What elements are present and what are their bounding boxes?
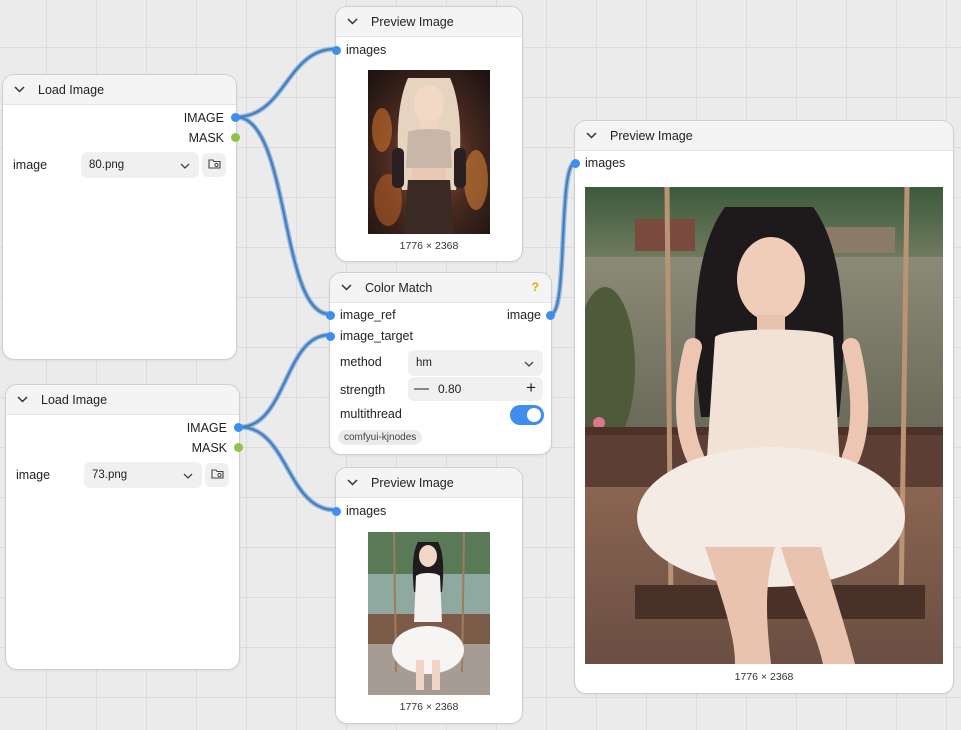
node-title: Preview Image (610, 128, 693, 143)
method-label: method (340, 355, 382, 369)
node-header[interactable]: Color Match ? (330, 273, 551, 303)
preview-image-node-top[interactable]: Preview Image images 1776 × 2368 (332, 6, 523, 262)
help-icon[interactable]: ? (532, 280, 539, 294)
input-image-ref-label: image_ref (340, 308, 396, 322)
output-mask-port[interactable] (231, 133, 240, 142)
decrement-button[interactable]: — (414, 381, 429, 397)
upload-folder-button[interactable] (202, 153, 226, 177)
output-image-port[interactable] (546, 311, 555, 320)
output-image-port[interactable] (234, 423, 243, 432)
chevron-down-icon[interactable] (13, 84, 25, 96)
node-header[interactable]: Load Image (3, 75, 236, 105)
node-title: Load Image (38, 82, 105, 97)
multithread-label: multithread (340, 407, 402, 421)
node-title: Preview Image (371, 14, 454, 29)
node-header[interactable]: Load Image (6, 385, 239, 415)
chevron-down-icon[interactable] (346, 16, 358, 28)
preview-image (368, 70, 490, 234)
output-mask-label: MASK (188, 131, 224, 145)
image-file-value: 73.png (92, 469, 128, 481)
method-select[interactable]: hm (408, 350, 543, 376)
folder-icon (207, 156, 221, 174)
input-images-label: images (346, 504, 387, 518)
upload-folder-button[interactable] (205, 463, 229, 487)
output-mask-label: MASK (191, 441, 227, 455)
color-match-node[interactable]: Color Match ? image_ref image_target ima… (326, 272, 555, 455)
chevron-down-icon (183, 470, 193, 480)
strength-label: strength (340, 383, 386, 397)
image-widget-label: image (16, 468, 51, 482)
image-size-text: 1776 × 2368 (734, 671, 794, 683)
input-image-target-port[interactable] (326, 332, 335, 341)
image-file-value: 80.png (89, 159, 125, 171)
node-header[interactable]: Preview Image (336, 7, 522, 37)
increment-button[interactable]: + (526, 379, 536, 397)
load-image-node-1[interactable]: Load Image IMAGE MASK image 80.png (2, 74, 240, 360)
preview-image (585, 187, 943, 664)
node-header[interactable]: Preview Image (336, 468, 522, 498)
strength-stepper[interactable]: — 0.80 + (408, 377, 543, 401)
input-images-label: images (585, 156, 626, 170)
image-widget-label: image (13, 158, 48, 172)
load-image-node-2[interactable]: Load Image IMAGE MASK image 73.png (5, 384, 243, 670)
preview-image-node-bottom[interactable]: Preview Image images 1776 × 2368 (332, 467, 523, 724)
input-images-label: images (346, 43, 387, 57)
node-header[interactable]: Preview Image (575, 121, 953, 151)
node-title: Preview Image (371, 475, 454, 490)
link-load1-to-colormatch-ref (233, 114, 332, 317)
image-file-select[interactable]: 80.png (81, 152, 199, 178)
output-mask-port[interactable] (234, 443, 243, 452)
toggle-knob (527, 408, 541, 422)
output-image-label: image (506, 308, 541, 322)
preview-image-node-right[interactable]: Preview Image images 1776 × 2368 (571, 120, 954, 694)
node-title: Color Match (365, 280, 433, 295)
chevron-down-icon (524, 358, 534, 368)
output-image-port[interactable] (231, 113, 240, 122)
multithread-toggle[interactable] (510, 405, 544, 425)
folder-icon (210, 466, 224, 484)
input-images-port[interactable] (332, 46, 341, 55)
strength-value[interactable]: 0.80 (438, 382, 461, 396)
node-title: Load Image (41, 392, 108, 407)
chevron-down-icon[interactable] (585, 130, 597, 142)
output-image-label: IMAGE (183, 111, 224, 125)
chevron-down-icon[interactable] (346, 477, 358, 489)
chevron-down-icon (180, 160, 190, 170)
input-images-port[interactable] (332, 507, 341, 516)
chevron-down-icon[interactable] (340, 282, 352, 294)
chevron-down-icon[interactable] (16, 394, 28, 406)
method-value: hm (416, 357, 432, 369)
image-size-text: 1776 × 2368 (399, 240, 459, 252)
input-image-ref-port[interactable] (326, 311, 335, 320)
source-badge: comfyui-kjnodes (338, 430, 423, 445)
preview-image (368, 532, 490, 695)
output-image-label: IMAGE (186, 421, 227, 435)
input-images-port[interactable] (571, 159, 580, 168)
input-image-target-label: image_target (340, 329, 413, 343)
image-size-text: 1776 × 2368 (399, 701, 459, 713)
image-file-select[interactable]: 73.png (84, 462, 202, 488)
